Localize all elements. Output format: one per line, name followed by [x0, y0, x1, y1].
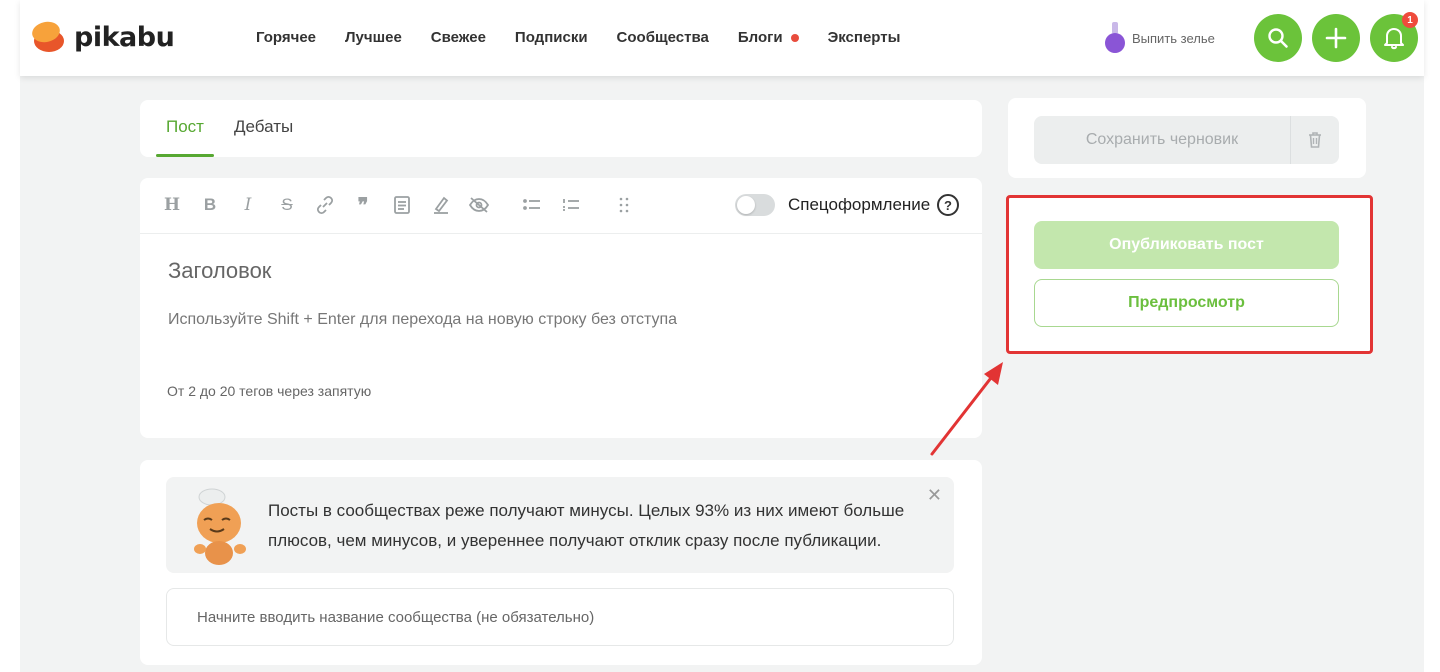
- nav-blogs-label: Блоги: [737, 29, 783, 46]
- nav-communities-label: Сообщества: [616, 29, 709, 46]
- tab-post[interactable]: Пост: [166, 117, 204, 137]
- drag-handle-icon[interactable]: [612, 192, 636, 218]
- italic-icon[interactable]: I: [236, 192, 260, 218]
- post-type-tabs: Пост Дебаты: [140, 100, 982, 157]
- community-tip-text: Посты в сообществах реже получают минусы…: [268, 501, 905, 550]
- nav-experts[interactable]: Эксперты: [828, 29, 901, 46]
- search-icon: [1268, 28, 1288, 48]
- nav-experts-label: Эксперты: [827, 29, 901, 46]
- heading-icon[interactable]: H: [160, 192, 184, 218]
- link-icon[interactable]: [313, 192, 337, 218]
- notifications-button[interactable]: 1: [1370, 12, 1418, 62]
- nav-best[interactable]: Лучшее: [345, 29, 402, 46]
- plus-icon: [1325, 27, 1347, 49]
- document-icon[interactable]: [390, 192, 414, 218]
- marker-icon[interactable]: [429, 192, 453, 218]
- post-title-input[interactable]: Заголовок: [168, 258, 271, 284]
- trash-icon: [1309, 132, 1321, 148]
- nav-hot-label: Горячее: [256, 29, 317, 46]
- nav-fresh[interactable]: Свежее: [431, 29, 486, 46]
- notification-count-badge: 1: [1402, 12, 1418, 28]
- logo-mark-icon: [30, 19, 66, 54]
- potion-label: Выпить зелье: [1132, 30, 1215, 46]
- tags-input[interactable]: От 2 до 20 тегов через запятую: [167, 383, 371, 399]
- main-nav: Горячее Лучшее Свежее Подписки Сообществ…: [256, 29, 900, 46]
- community-search-input[interactable]: Начните вводить название сообщества (не …: [166, 588, 954, 646]
- numbered-list-icon[interactable]: [559, 192, 583, 218]
- logo-text: pikabu: [74, 21, 175, 53]
- post-body-input[interactable]: Используйте Shift + Enter для перехода н…: [168, 311, 677, 329]
- highlight-frame: [1006, 195, 1373, 354]
- nav-subscriptions-label: Подписки: [514, 29, 588, 46]
- save-draft-button[interactable]: Сохранить черновик: [1034, 116, 1290, 164]
- post-editor: H B I S ❞ Спецоформление ? Заголовок Исп…: [140, 178, 982, 438]
- potion-icon: [1104, 22, 1126, 54]
- pikabu-logo[interactable]: pikabu: [30, 19, 175, 54]
- tab-debates[interactable]: Дебаты: [234, 117, 293, 137]
- mascot-icon: [194, 488, 246, 565]
- nav-hot[interactable]: Горячее: [256, 29, 316, 46]
- strikethrough-icon[interactable]: S: [275, 192, 299, 218]
- nav-blogs[interactable]: Блоги: [738, 29, 799, 46]
- hide-icon[interactable]: [467, 192, 491, 218]
- close-icon[interactable]: ✕: [927, 485, 942, 506]
- toggle-knob: [737, 196, 755, 214]
- help-icon[interactable]: ?: [937, 194, 959, 216]
- bullet-list-icon[interactable]: [520, 192, 544, 218]
- nav-subscriptions[interactable]: Подписки: [515, 29, 588, 46]
- nav-communities[interactable]: Сообщества: [617, 29, 709, 46]
- delete-draft-button[interactable]: [1290, 116, 1339, 164]
- drink-potion-button[interactable]: Выпить зелье: [1104, 22, 1215, 54]
- new-indicator-dot: [790, 33, 799, 42]
- quote-icon[interactable]: ❞: [351, 192, 375, 218]
- active-tab-indicator: [156, 154, 214, 157]
- top-header: pikabu Горячее Лучшее Свежее Подписки Со…: [20, 0, 1424, 76]
- create-post-button[interactable]: [1312, 14, 1360, 62]
- community-tip: Посты в сообществах реже получают минусы…: [166, 477, 954, 573]
- community-section: Посты в сообществах реже получают минусы…: [140, 460, 982, 665]
- annotation-arrow: [930, 362, 1003, 456]
- bell-icon: [1384, 28, 1404, 50]
- special-format-label: Спецоформление: [788, 195, 931, 214]
- draft-panel: Сохранить черновик: [1008, 98, 1366, 178]
- special-format-toggle[interactable]: [735, 194, 775, 216]
- bold-icon[interactable]: B: [198, 192, 222, 218]
- nav-best-label: Лучшее: [345, 29, 402, 46]
- editor-toolbar: H B I S ❞ Спецоформление ?: [140, 178, 982, 234]
- nav-fresh-label: Свежее: [430, 29, 486, 46]
- search-button[interactable]: [1254, 14, 1302, 62]
